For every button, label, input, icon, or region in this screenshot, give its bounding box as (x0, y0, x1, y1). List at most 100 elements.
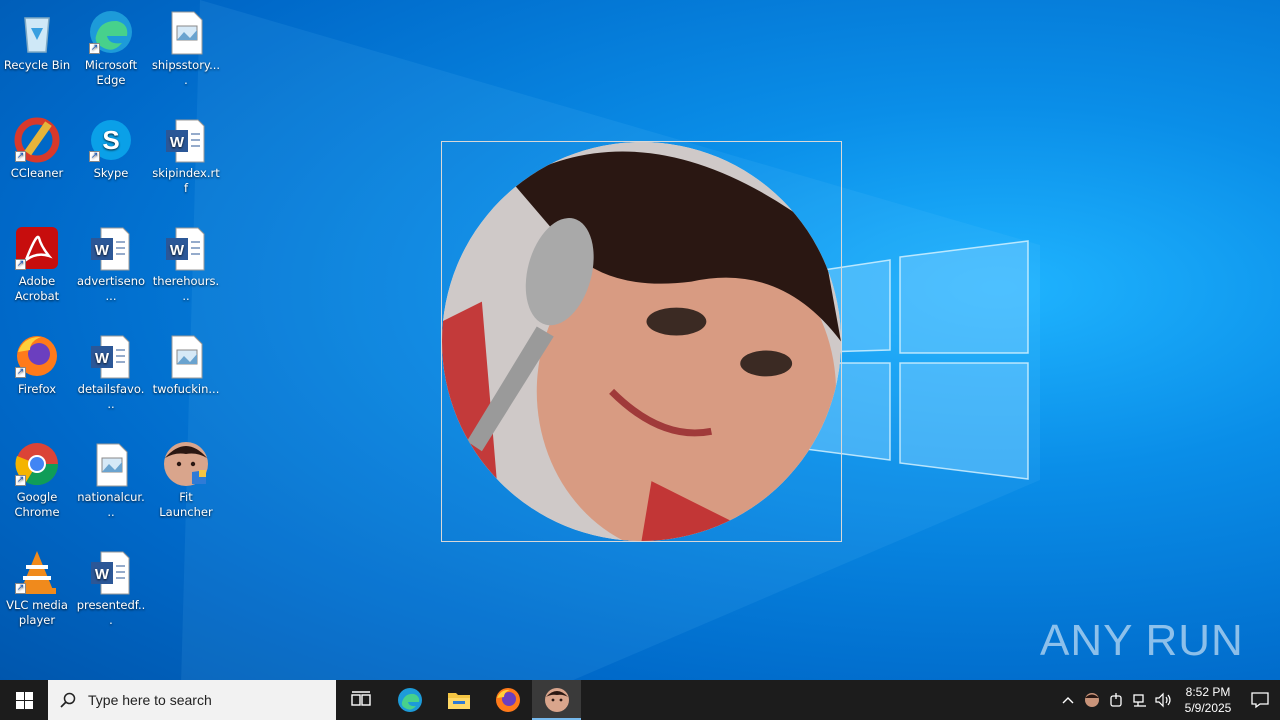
desktop-icon-google-chrome[interactable]: ↗ Google Chrome (0, 440, 74, 520)
taskbar-search-box[interactable]: Type here to search (48, 680, 336, 720)
desktop-icon-label: Fit Launcher (159, 490, 213, 519)
desktop-icon-label: skipindex.rtf (152, 166, 220, 195)
word-doc-icon: W (87, 332, 135, 380)
desktop-icon-label: twofuckin... (152, 382, 220, 396)
taskbar-edge-button[interactable] (385, 680, 434, 720)
desktop-icon-label: VLC media player (6, 598, 68, 627)
taskbar-firefox-button[interactable] (483, 680, 532, 720)
desktop-icon-nationalcur[interactable]: nationalcur... (74, 440, 148, 520)
tray-power-button[interactable] (1104, 680, 1128, 720)
search-icon (60, 692, 76, 708)
notification-icon (1251, 692, 1269, 709)
word-doc-icon: W (87, 548, 135, 596)
network-icon (1133, 694, 1146, 707)
image-file-icon (87, 440, 135, 488)
desktop-icon-advertiseno[interactable]: Wadvertiseno... (74, 224, 148, 304)
skype-icon: S ↗ (87, 116, 135, 164)
desktop-icon-label: Recycle Bin (3, 58, 71, 72)
image-file-icon (162, 332, 210, 380)
edge-icon (397, 688, 422, 712)
network-button[interactable] (1128, 680, 1152, 720)
taskbar-clock[interactable]: 8:52 PM 5/9/2025 (1176, 684, 1240, 716)
desktop-icon-twofuckin[interactable]: twofuckin... (149, 332, 223, 397)
desktop-icon-presentedf[interactable]: Wpresentedf... (74, 548, 148, 628)
clock-date: 5/9/2025 (1184, 701, 1232, 715)
desktop-icon-label: Microsoft Edge (84, 58, 138, 87)
show-hidden-icons-button[interactable] (1056, 680, 1080, 720)
desktop-icon-fit-launcher[interactable]: Fit Launcher (149, 440, 223, 520)
recycle-bin-icon (13, 8, 61, 56)
desktop-icon-ccleaner[interactable]: ↗ CCleaner (0, 116, 74, 181)
device-icon (1110, 693, 1122, 707)
watermark-right-text: RUN (1145, 616, 1244, 665)
shortcut-arrow-icon: ↗ (15, 151, 26, 162)
edge-icon: ↗ (87, 8, 135, 56)
search-placeholder: Type here to search (88, 692, 212, 708)
task-view-button[interactable] (336, 680, 385, 720)
svg-text:W: W (95, 566, 110, 583)
desktop-icon-label: Firefox (17, 382, 57, 396)
shortcut-arrow-icon: ↗ (15, 367, 26, 378)
desktop-icon-label: presentedf... (76, 598, 146, 627)
desktop-icon-label: Google Chrome (14, 490, 60, 519)
desktop-icon-label: Adobe Acrobat (14, 274, 60, 303)
start-button[interactable] (0, 680, 48, 720)
taskbar: Type here to search 8:52 PM 5/9/2025 (0, 680, 1280, 720)
svg-text:W: W (95, 242, 110, 259)
shortcut-arrow-icon: ↗ (15, 259, 26, 270)
tray-app-icon (1085, 693, 1099, 707)
desktop-icon-label: nationalcur... (77, 490, 145, 519)
chrome-icon: ↗ (13, 440, 61, 488)
image-file-icon (162, 8, 210, 56)
desktop-icon-detailsfavo[interactable]: Wdetailsfavo... (74, 332, 148, 412)
firefox-icon (495, 688, 520, 712)
word-doc-icon: W (162, 116, 210, 164)
desktop-icon-label: CCleaner (10, 166, 64, 180)
taskbar-fit-launcher-button[interactable] (532, 680, 581, 720)
shortcut-arrow-icon: ↗ (89, 43, 100, 54)
svg-text:S: S (102, 125, 119, 155)
watermark-left-text: ANY (1040, 616, 1134, 665)
shortcut-arrow-icon: ↗ (15, 475, 26, 486)
desktop-icon-shipsstory[interactable]: shipsstory.... (149, 8, 223, 88)
volume-button[interactable] (1152, 680, 1176, 720)
circular-portrait-image (442, 142, 841, 541)
word-doc-icon: W (162, 224, 210, 272)
chevron-up-icon (1062, 697, 1074, 704)
desktop-icon-skype[interactable]: S ↗ Skype (74, 116, 148, 181)
desktop-icon-skipindex-rtf[interactable]: Wskipindex.rtf (149, 116, 223, 196)
firefox-icon: ↗ (13, 332, 61, 380)
desktop-icon-adobe-acrobat[interactable]: ↗ Adobe Acrobat (0, 224, 74, 304)
task-view-icon (350, 691, 371, 706)
desktop-icon-label: shipsstory.... (151, 58, 221, 87)
svg-text:W: W (170, 242, 185, 259)
image-preview-window[interactable] (441, 141, 842, 542)
action-center-button[interactable] (1240, 680, 1280, 720)
desktop-icon-vlc-media-player[interactable]: ↗ VLC media player (0, 548, 74, 628)
desktop-icon-microsoft-edge[interactable]: ↗ Microsoft Edge (74, 8, 148, 88)
desktop-icon-label: detailsfavo... (77, 382, 145, 411)
volume-icon (1155, 692, 1171, 708)
anyrun-watermark: ANY RUN (1040, 612, 1244, 670)
file-explorer-icon (447, 693, 470, 709)
vlc-icon: ↗ (13, 548, 61, 596)
desktop-icon-recycle-bin[interactable]: Recycle Bin (0, 8, 74, 73)
word-doc-icon: W (87, 224, 135, 272)
svg-text:W: W (95, 350, 110, 367)
desktop-icon-label: therehours... (152, 274, 220, 303)
fit-launcher-icon (162, 440, 210, 488)
clock-time: 8:52 PM (1185, 685, 1231, 699)
desktop-icon-label: advertiseno... (76, 274, 146, 303)
shortcut-arrow-icon: ↗ (89, 151, 100, 162)
fit-launcher-icon (544, 688, 569, 712)
svg-text:W: W (170, 134, 185, 151)
ccleaner-icon: ↗ (13, 116, 61, 164)
taskbar-file-explorer-button[interactable] (434, 680, 483, 720)
desktop-icon-firefox[interactable]: ↗ Firefox (0, 332, 74, 397)
shortcut-arrow-icon: ↗ (15, 583, 26, 594)
acrobat-icon: ↗ (13, 224, 61, 272)
system-tray: 8:52 PM 5/9/2025 (1056, 680, 1280, 720)
desktop-icon-label: Skype (93, 166, 129, 180)
tray-app-button[interactable] (1080, 680, 1104, 720)
desktop-icon-therehours[interactable]: Wtherehours... (149, 224, 223, 304)
